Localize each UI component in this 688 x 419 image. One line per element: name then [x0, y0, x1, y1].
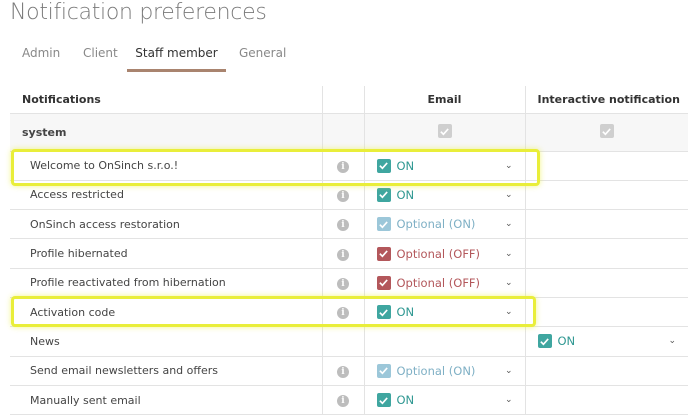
chevron-down-icon[interactable]: ⌄	[503, 395, 513, 405]
email-preference-value: ON	[396, 305, 415, 320]
tab-client[interactable]: Client	[83, 44, 118, 72]
email-checkbox[interactable]	[376, 393, 391, 408]
info-icon[interactable]: i	[337, 365, 349, 378]
check-icon	[379, 279, 388, 287]
tab-general[interactable]: General	[239, 44, 286, 72]
chevron-down-icon[interactable]: ⌄	[503, 366, 513, 376]
table-row: Activation code i ON ⌄	[10, 297, 688, 328]
column-header-info	[321, 86, 364, 114]
email-preference-value: ON	[396, 393, 415, 408]
notification-label: Manually sent email	[10, 385, 322, 416]
notification-label: Access restricted	[10, 180, 322, 211]
chevron-down-icon[interactable]: ⌄	[503, 307, 513, 317]
email-checkbox[interactable]	[376, 363, 391, 378]
column-header-notifications: Notifications	[10, 86, 322, 114]
email-preference-value: Optional (ON)	[396, 217, 476, 232]
table-row: Manually sent email i ON ⌄	[10, 385, 688, 416]
notification-label: Send email newsletters and offers	[10, 356, 322, 386]
check-icon	[440, 128, 449, 136]
email-checkbox[interactable]	[376, 305, 391, 320]
notification-label: Activation code	[10, 297, 322, 328]
info-icon[interactable]: i	[337, 219, 349, 232]
interactive-checkbox[interactable]	[537, 334, 552, 349]
table-row: OnSinch access restoration i Optional (O…	[10, 209, 688, 240]
table-row: Send email newsletters and offers i Opti…	[10, 356, 688, 386]
table-row: Access restricted i ON ⌄	[10, 180, 688, 211]
email-preference-select[interactable]: ON ⌄	[376, 187, 513, 202]
chevron-down-icon[interactable]: ⌄	[503, 161, 513, 171]
check-icon	[379, 191, 388, 199]
notification-label: Profile reactivated from hibernation	[10, 268, 322, 298]
tab-staff-member[interactable]: Staff member	[127, 44, 226, 72]
section-interactive-checkbox[interactable]	[599, 124, 614, 139]
notification-label: OnSinch access restoration	[10, 209, 322, 240]
check-icon	[379, 396, 388, 404]
notifications-table: Notifications Email Interactive notifica…	[10, 86, 688, 416]
email-preference-select[interactable]: ON ⌄	[376, 305, 513, 320]
check-icon	[602, 128, 612, 136]
section-row-system: system	[10, 113, 688, 152]
section-email-checkbox[interactable]	[437, 124, 452, 139]
email-preference-select[interactable]: Optional (ON) ⌄	[376, 363, 513, 378]
check-icon	[379, 367, 388, 375]
column-header-email: Email	[363, 86, 525, 114]
tab-admin[interactable]: Admin	[22, 44, 60, 72]
interactive-preference-select[interactable]: ON ⌄	[537, 334, 676, 349]
email-preference-value: Optional (OFF)	[396, 246, 481, 261]
email-checkbox[interactable]	[376, 246, 391, 261]
email-checkbox[interactable]	[376, 275, 391, 290]
email-preference-select[interactable]: ON ⌄	[376, 393, 513, 408]
column-header-interactive: Interactive notification	[524, 86, 688, 114]
chevron-down-icon[interactable]: ⌄	[503, 249, 513, 259]
info-icon[interactable]: i	[337, 189, 349, 202]
info-icon[interactable]: i	[337, 395, 349, 408]
table-header-row: Notifications Email Interactive notifica…	[10, 86, 688, 114]
interactive-preference-value: ON	[557, 334, 576, 349]
info-icon[interactable]: i	[337, 248, 349, 261]
email-preference-value: ON	[396, 158, 415, 173]
email-checkbox[interactable]	[376, 158, 391, 173]
chevron-down-icon[interactable]: ⌄	[503, 219, 513, 229]
email-preference-select[interactable]: Optional (ON) ⌄	[376, 217, 513, 232]
table-row: Profile hibernated i Optional (OFF) ⌄	[10, 238, 688, 269]
info-icon[interactable]: i	[337, 160, 349, 173]
notification-label: Profile hibernated	[10, 238, 322, 269]
check-icon	[540, 338, 549, 346]
email-preference-select[interactable]: Optional (OFF) ⌄	[376, 246, 513, 261]
check-icon	[379, 250, 388, 258]
email-preference-value: ON	[396, 187, 415, 202]
email-preference-select[interactable]: ON ⌄	[376, 158, 513, 173]
email-preference-select[interactable]: Optional (OFF) ⌄	[376, 275, 513, 290]
table-row: Profile reactivated from hibernation i O…	[10, 268, 688, 298]
notification-label: Welcome to OnSinch s.r.o.!	[10, 151, 322, 181]
email-checkbox[interactable]	[376, 187, 391, 202]
section-label: system	[10, 113, 322, 152]
notification-label: News	[10, 326, 322, 357]
info-icon[interactable]: i	[337, 307, 349, 320]
chevron-down-icon[interactable]: ⌄	[503, 190, 513, 200]
email-checkbox[interactable]	[376, 217, 391, 232]
chevron-down-icon[interactable]: ⌄	[503, 278, 513, 288]
info-icon[interactable]: i	[337, 277, 349, 290]
table-row: News ON ⌄	[10, 326, 688, 357]
email-preference-value: Optional (OFF)	[396, 275, 481, 290]
page-title: Notification preferences	[10, 0, 267, 25]
check-icon	[379, 162, 388, 170]
check-icon	[379, 309, 388, 317]
email-preference-value: Optional (ON)	[396, 363, 476, 378]
chevron-down-icon[interactable]: ⌄	[666, 336, 676, 346]
check-icon	[379, 221, 388, 229]
table-row: Welcome to OnSinch s.r.o.! i ON ⌄	[10, 151, 688, 181]
